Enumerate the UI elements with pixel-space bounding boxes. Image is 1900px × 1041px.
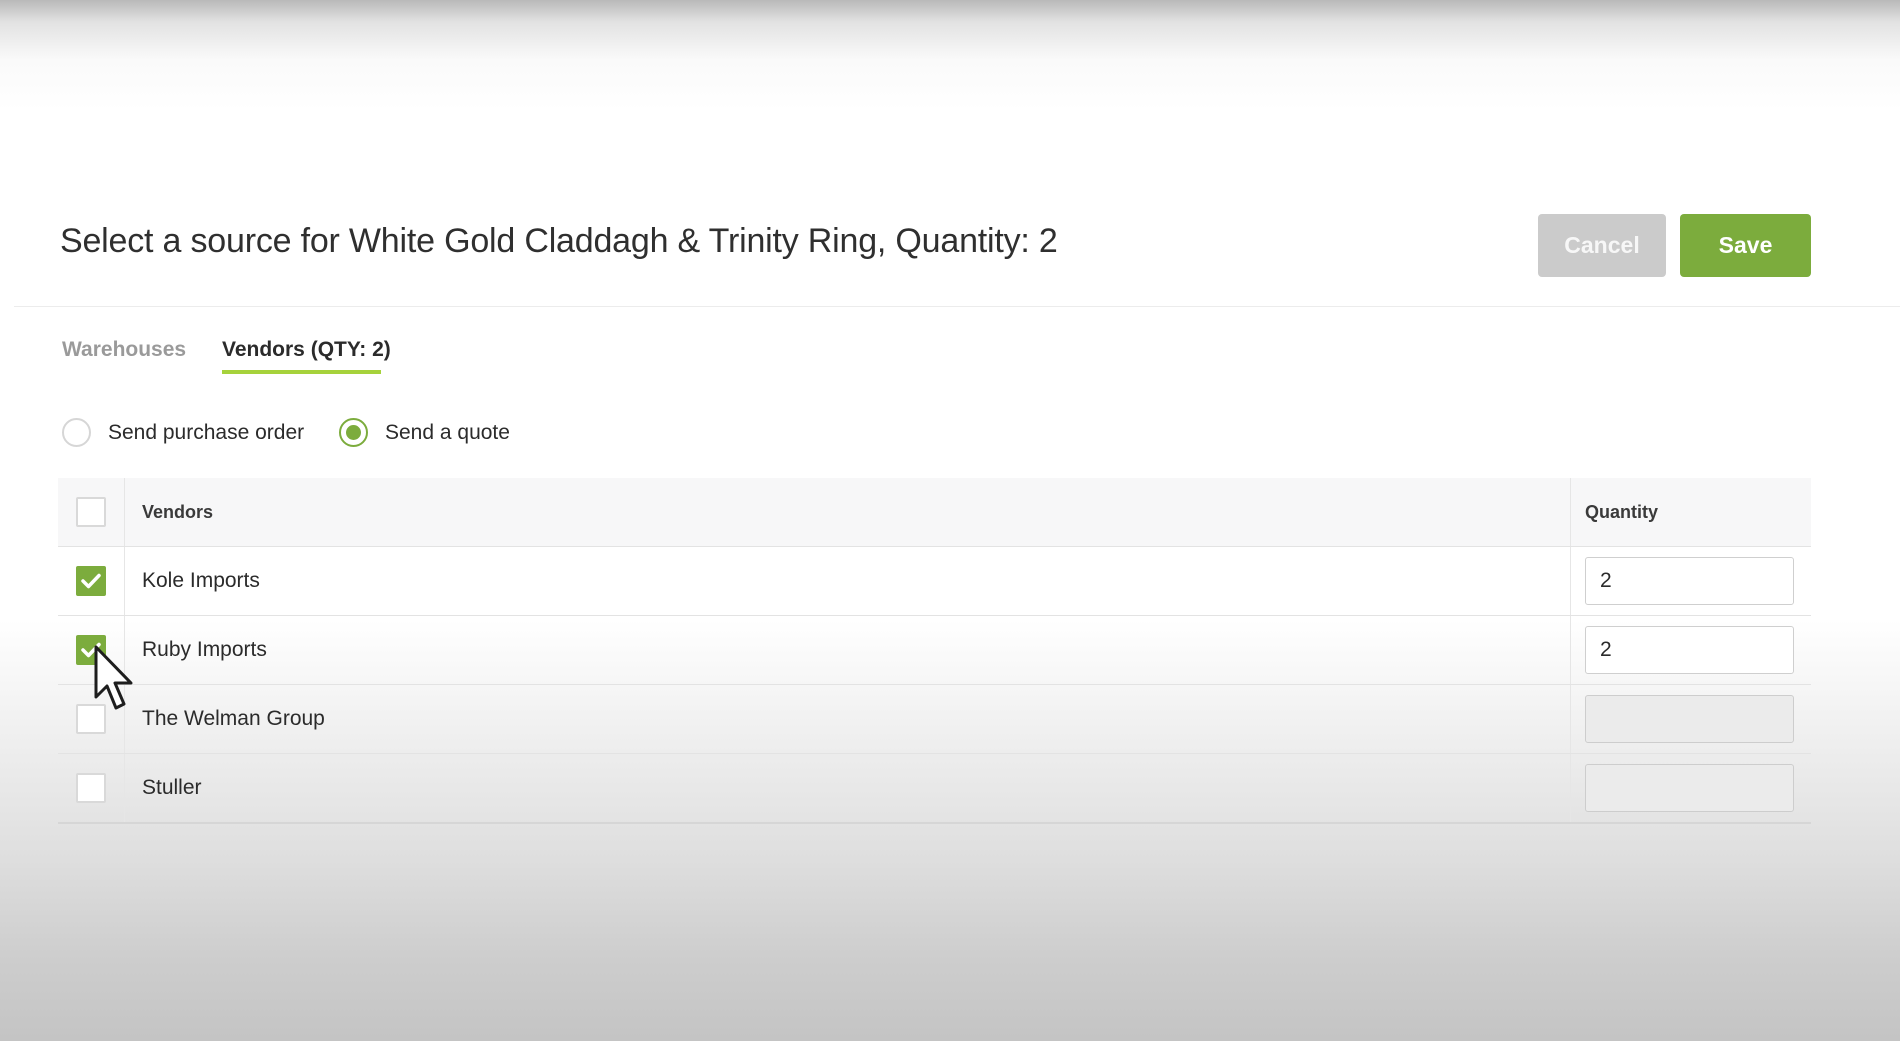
- radio-selected-dot: [346, 425, 361, 440]
- vendor-name: Ruby Imports: [142, 638, 267, 661]
- vendor-checkbox-kole-imports[interactable]: [76, 566, 106, 596]
- vendors-table: Vendors Quantity Kole Imports 2 Ruby Imp…: [58, 478, 1811, 824]
- quantity-input-stuller: [1585, 764, 1794, 812]
- select-all-checkbox[interactable]: [76, 497, 106, 527]
- vendor-name: The Welman Group: [142, 707, 325, 730]
- save-button[interactable]: Save: [1680, 214, 1811, 277]
- checkmark-icon: [81, 642, 101, 658]
- vendor-checkbox-ruby-imports[interactable]: [76, 635, 106, 665]
- send-quote-label: Send a quote: [385, 420, 510, 444]
- table-row: The Welman Group: [58, 685, 1811, 754]
- cancel-button[interactable]: Cancel: [1538, 214, 1666, 277]
- active-tab-indicator: [222, 370, 381, 374]
- tab-vendors[interactable]: Vendors (QTY: 2): [222, 338, 391, 362]
- page-title: Select a source for White Gold Claddagh …: [60, 222, 1058, 260]
- send-purchase-order-option[interactable]: Send purchase order: [62, 418, 304, 447]
- quantity-input-ruby-imports[interactable]: [1585, 626, 1794, 674]
- vendor-checkbox-stuller[interactable]: [76, 773, 106, 803]
- send-purchase-order-label: Send purchase order: [108, 420, 305, 444]
- vendors-column-header: Vendors: [142, 501, 214, 522]
- quantity-input-kole-imports[interactable]: [1585, 557, 1794, 605]
- header-divider: [14, 306, 1900, 307]
- quantity-column-header: Quantity: [1585, 501, 1659, 522]
- table-header: Vendors Quantity: [58, 478, 1811, 547]
- send-quote-option[interactable]: Send a quote: [339, 418, 510, 447]
- vendor-name: Stuller: [142, 776, 202, 799]
- checkmark-icon: [81, 573, 101, 589]
- table-row: Kole Imports: [58, 547, 1811, 616]
- send-purchase-order-radio[interactable]: [62, 418, 91, 447]
- send-quote-radio[interactable]: [339, 418, 368, 447]
- vendor-name: Kole Imports: [142, 569, 260, 592]
- quantity-input-the-welman-group: [1585, 695, 1794, 743]
- table-row: Stuller: [58, 754, 1811, 824]
- vendor-checkbox-the-welman-group[interactable]: [76, 704, 106, 734]
- table-row: Ruby Imports: [58, 616, 1811, 685]
- tab-warehouses[interactable]: Warehouses: [62, 338, 186, 362]
